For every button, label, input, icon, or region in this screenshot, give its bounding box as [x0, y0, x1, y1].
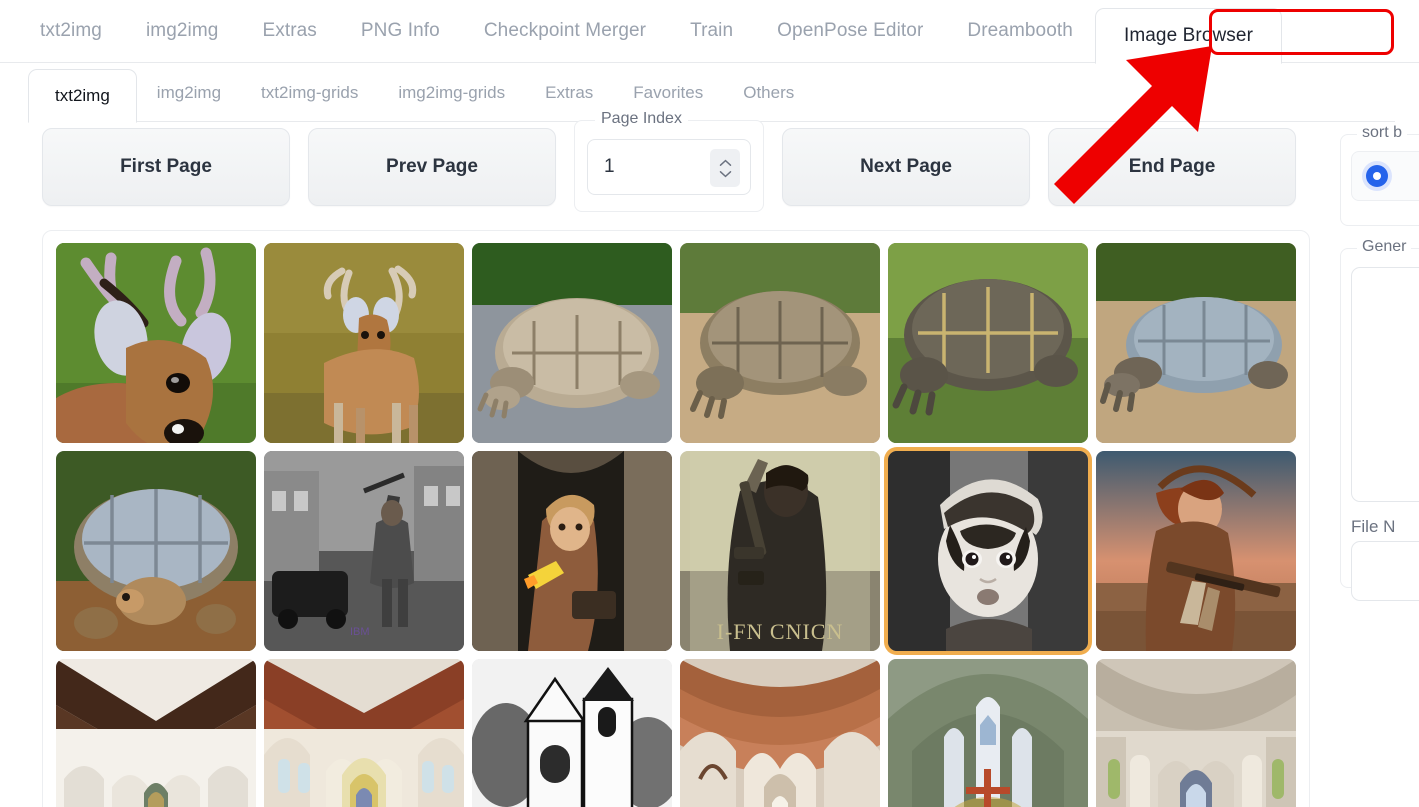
- subtab-others[interactable]: Others: [723, 64, 814, 122]
- prev-page-button[interactable]: Prev Page: [308, 128, 556, 206]
- sort-by-radio-option[interactable]: [1351, 151, 1419, 201]
- page-index-stepper[interactable]: [710, 149, 740, 187]
- gallery-thumbnail[interactable]: [1096, 243, 1296, 443]
- main-body: First Page Prev Page Page Index 1 Next P…: [0, 110, 1419, 807]
- tab-png-info[interactable]: PNG Info: [339, 0, 462, 63]
- page-index-group: Page Index 1: [574, 110, 764, 212]
- subtab-txt2img-grids[interactable]: txt2img-grids: [241, 64, 378, 122]
- gallery-thumbnail[interactable]: [56, 243, 256, 443]
- image-grid: IBM I-FN CNICN: [56, 243, 1309, 807]
- gallery-thumbnail[interactable]: [472, 451, 672, 651]
- gallery-thumbnail[interactable]: [472, 659, 672, 807]
- gallery-thumbnail[interactable]: [56, 451, 256, 651]
- chevron-down-icon: [719, 170, 731, 177]
- tab-txt2img[interactable]: txt2img: [18, 0, 124, 63]
- file-name-input[interactable]: [1351, 541, 1419, 601]
- gallery-thumbnail[interactable]: [680, 243, 880, 443]
- top-navigation-tabs: txt2img img2img Extras PNG Info Checkpoi…: [0, 0, 1419, 64]
- gallery-column: First Page Prev Page Page Index 1 Next P…: [28, 110, 1324, 807]
- gallery-thumbnail-selected[interactable]: [888, 451, 1088, 651]
- tab-extras[interactable]: Extras: [240, 0, 338, 63]
- options-sidebar: sort b Gener File N: [1340, 124, 1419, 601]
- radio-selected-icon[interactable]: [1366, 165, 1388, 187]
- end-page-button[interactable]: End Page: [1048, 128, 1296, 206]
- gallery-thumbnail[interactable]: [680, 659, 880, 807]
- gallery-thumbnail[interactable]: [56, 659, 256, 807]
- subtab-img2img[interactable]: img2img: [137, 64, 241, 122]
- gallery-thumbnail[interactable]: [264, 659, 464, 807]
- generation-info-legend: Gener: [1357, 238, 1412, 256]
- subtab-img2img-grids[interactable]: img2img-grids: [378, 64, 525, 122]
- gallery-thumbnail[interactable]: [1096, 659, 1296, 807]
- tab-dreambooth[interactable]: Dreambooth: [945, 0, 1095, 63]
- gallery-thumbnail[interactable]: IBM: [264, 451, 464, 651]
- gallery-thumbnail[interactable]: [888, 243, 1088, 443]
- tab-openpose-editor[interactable]: OpenPose Editor: [755, 0, 945, 63]
- generation-info-group: Gener File N: [1340, 238, 1419, 601]
- gallery-thumbnail[interactable]: I-FN CNICN: [680, 451, 880, 651]
- tab-img2img[interactable]: img2img: [124, 0, 241, 63]
- sort-by-group: sort b: [1340, 124, 1419, 226]
- gallery-thumbnail[interactable]: [472, 243, 672, 443]
- svg-text:I-FN CNICN: I-FN CNICN: [717, 619, 844, 644]
- page-index-value: 1: [604, 156, 615, 177]
- sort-by-legend: sort b: [1357, 124, 1408, 142]
- first-page-button[interactable]: First Page: [42, 128, 290, 206]
- generation-info-textarea[interactable]: [1351, 267, 1419, 502]
- image-browser-app: txt2img img2img Extras PNG Info Checkpoi…: [0, 0, 1419, 807]
- page-index-legend: Page Index: [595, 110, 688, 128]
- gallery-thumbnail[interactable]: [1096, 451, 1296, 651]
- svg-text:IBM: IBM: [350, 626, 370, 638]
- pagination-toolbar: First Page Prev Page Page Index 1 Next P…: [28, 110, 1324, 224]
- tab-checkpoint-merger[interactable]: Checkpoint Merger: [462, 0, 668, 63]
- next-page-button[interactable]: Next Page: [782, 128, 1030, 206]
- tab-image-browser[interactable]: Image Browser: [1094, 7, 1283, 64]
- chevron-up-icon: [719, 159, 731, 166]
- subtab-txt2img[interactable]: txt2img: [28, 69, 137, 123]
- image-gallery-panel[interactable]: IBM I-FN CNICN: [42, 230, 1310, 807]
- page-index-input[interactable]: 1: [587, 139, 751, 195]
- tab-train[interactable]: Train: [668, 0, 755, 63]
- gallery-thumbnail[interactable]: [888, 659, 1088, 807]
- image-browser-sub-tabs: txt2img img2img txt2img-grids img2img-gr…: [28, 64, 1395, 123]
- gallery-thumbnail[interactable]: [264, 243, 464, 443]
- file-name-label: File N: [1351, 517, 1396, 536]
